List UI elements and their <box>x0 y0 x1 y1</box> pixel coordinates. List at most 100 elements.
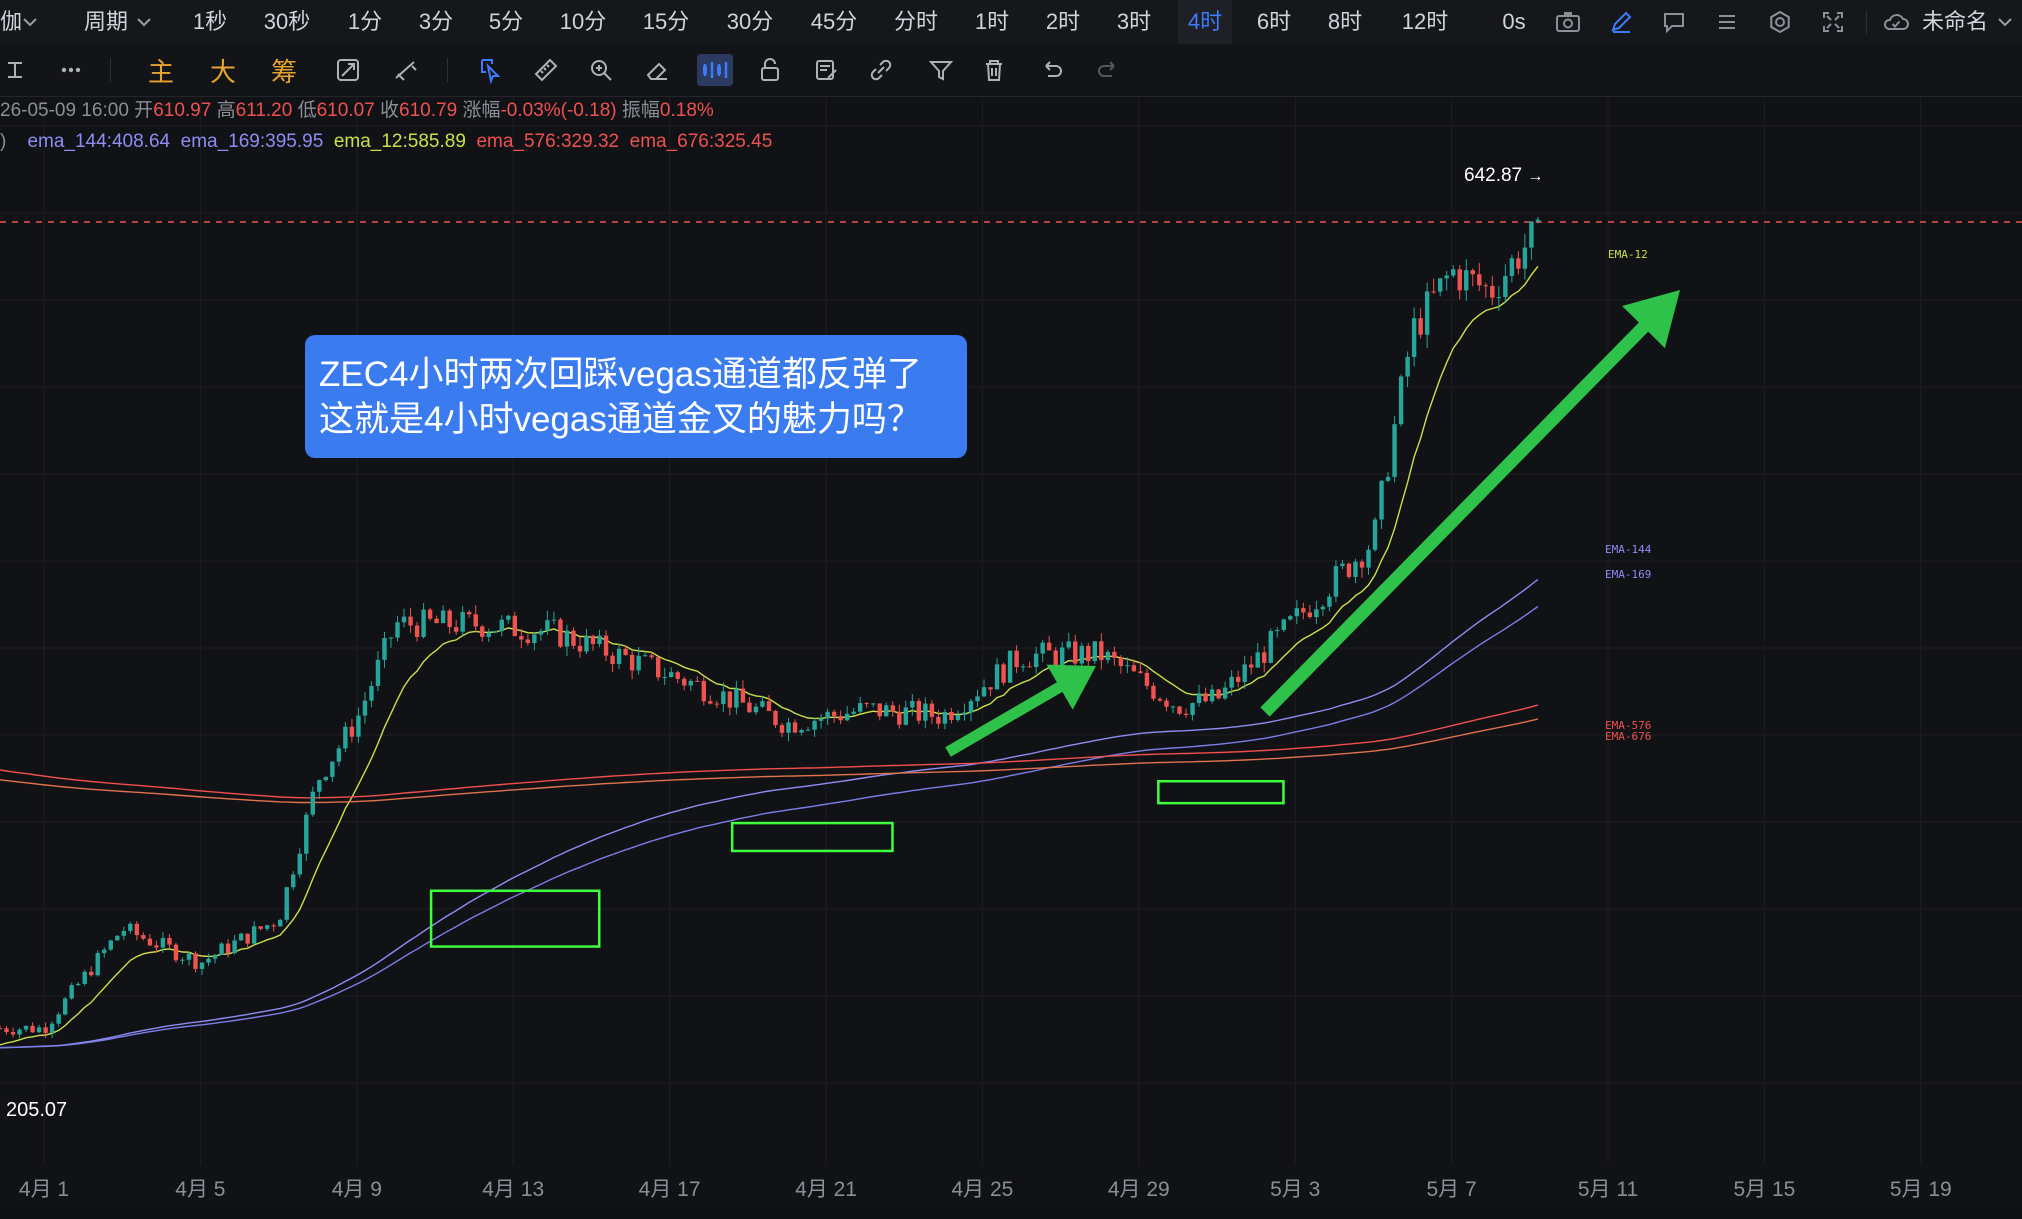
candle-body <box>734 688 739 708</box>
candle-body <box>310 791 315 815</box>
change-label: 涨幅 <box>462 100 501 121</box>
candle-body <box>108 940 113 950</box>
ema676-tag: EMA-676 <box>1605 730 1652 743</box>
candle-body <box>232 940 237 954</box>
candle-body <box>779 725 785 733</box>
candle-body <box>427 609 433 619</box>
ema-line <box>0 718 1539 804</box>
candle-body <box>818 718 824 721</box>
candle-body <box>597 635 602 644</box>
candle-body <box>1281 619 1286 630</box>
candle-body <box>1196 693 1202 704</box>
candle-body <box>1464 270 1469 291</box>
candle-body <box>1222 687 1228 699</box>
candle-body <box>323 776 329 781</box>
candle-body <box>1020 666 1026 668</box>
candle-body <box>1027 666 1032 668</box>
candle-body <box>284 887 289 920</box>
candle-body <box>1470 270 1475 275</box>
x-tick-label: 5月 11 <box>1577 1178 1639 1201</box>
ema-legend[interactable]: ) ema_144:408.64 ema_169:395.95 ema_12:5… <box>0 128 772 156</box>
candle-body <box>1366 549 1371 568</box>
candle-body <box>701 680 706 702</box>
candle-body <box>369 685 374 701</box>
x-tick-label: 4月 13 <box>482 1178 545 1201</box>
candle-body <box>1229 676 1234 688</box>
candle-body <box>955 715 961 720</box>
candle-body <box>154 945 159 948</box>
callout-line-1: ZEC4小时两次回踩vegas通道都反弹了 <box>319 355 922 394</box>
candle-body <box>838 715 843 721</box>
low-value: 610.07 <box>316 100 375 121</box>
ema169-tag: EMA-169 <box>1605 568 1652 581</box>
candle-body <box>173 944 179 961</box>
callout-line-2: 这就是4小时vegas通道金叉的魅力吗？ <box>319 400 922 439</box>
candle-body <box>1307 612 1313 618</box>
candle-body <box>62 998 68 1015</box>
candle-body <box>1183 713 1189 715</box>
candle-body <box>1079 645 1084 664</box>
candle-body <box>56 1014 61 1024</box>
candle-body <box>962 712 967 716</box>
candle-body <box>1268 631 1273 663</box>
candle-body <box>551 619 557 621</box>
candle-body <box>727 691 733 708</box>
candle-body <box>167 937 172 945</box>
candle-body <box>271 925 276 927</box>
candle-body <box>890 705 895 712</box>
candle-body <box>1099 641 1104 661</box>
pullback-box <box>1157 779 1285 805</box>
candle-body <box>134 923 140 936</box>
candle-body <box>69 985 74 999</box>
candle-body <box>1320 606 1326 610</box>
candle-body <box>193 953 198 969</box>
price-chart[interactable] <box>0 0 2022 1219</box>
candle-body <box>649 655 654 658</box>
candle-body <box>1177 706 1182 714</box>
candle-body <box>480 626 485 637</box>
candle-body <box>1353 561 1358 577</box>
candle-body <box>1151 685 1156 699</box>
x-tick-label: 4月 21 <box>795 1178 857 1201</box>
candle-body <box>1451 269 1456 276</box>
candle-body <box>603 635 609 656</box>
trend-arrow <box>1260 290 1680 717</box>
candle-body <box>10 1032 16 1035</box>
candle-body <box>766 701 772 712</box>
candle-body <box>1372 519 1378 550</box>
annotation-callout[interactable]: ZEC4小时两次回踩vegas通道都反弹了 这就是4小时vegas通道金叉的魅力… <box>305 335 967 458</box>
candle-body <box>343 726 348 749</box>
candle-body <box>1170 706 1176 708</box>
candle-body <box>102 949 107 954</box>
pullback-boxes <box>429 779 1285 948</box>
candle-body <box>590 635 596 644</box>
candle-body <box>401 616 407 623</box>
candle-body <box>1418 318 1423 335</box>
candle-body <box>499 619 504 631</box>
candle-body <box>1066 641 1071 648</box>
candle-body <box>942 711 948 724</box>
candle-body <box>258 926 263 929</box>
candle-body <box>388 637 394 639</box>
candle-body <box>936 716 941 724</box>
candle-body <box>1086 645 1091 662</box>
candle-body <box>141 935 146 939</box>
candle-body <box>1235 676 1241 682</box>
candle-body <box>375 659 381 686</box>
candle-body <box>1262 652 1267 663</box>
candle-body <box>564 630 570 647</box>
ema576-value: ema_576:329.32 <box>476 131 620 152</box>
candle-body <box>1385 476 1391 481</box>
candle-body <box>1164 700 1169 707</box>
candle-body <box>871 703 876 705</box>
candle-body <box>30 1025 35 1033</box>
candle-body <box>1477 274 1482 286</box>
candle-body <box>825 711 830 719</box>
candle-body <box>1007 650 1013 683</box>
candle-body <box>1509 258 1515 277</box>
candle-body <box>1053 650 1058 666</box>
candle-body <box>799 730 804 733</box>
ohlc-datetime: 26-05-09 16:00 <box>0 100 129 121</box>
candle-body <box>1398 376 1404 425</box>
candle-body <box>1203 693 1208 702</box>
